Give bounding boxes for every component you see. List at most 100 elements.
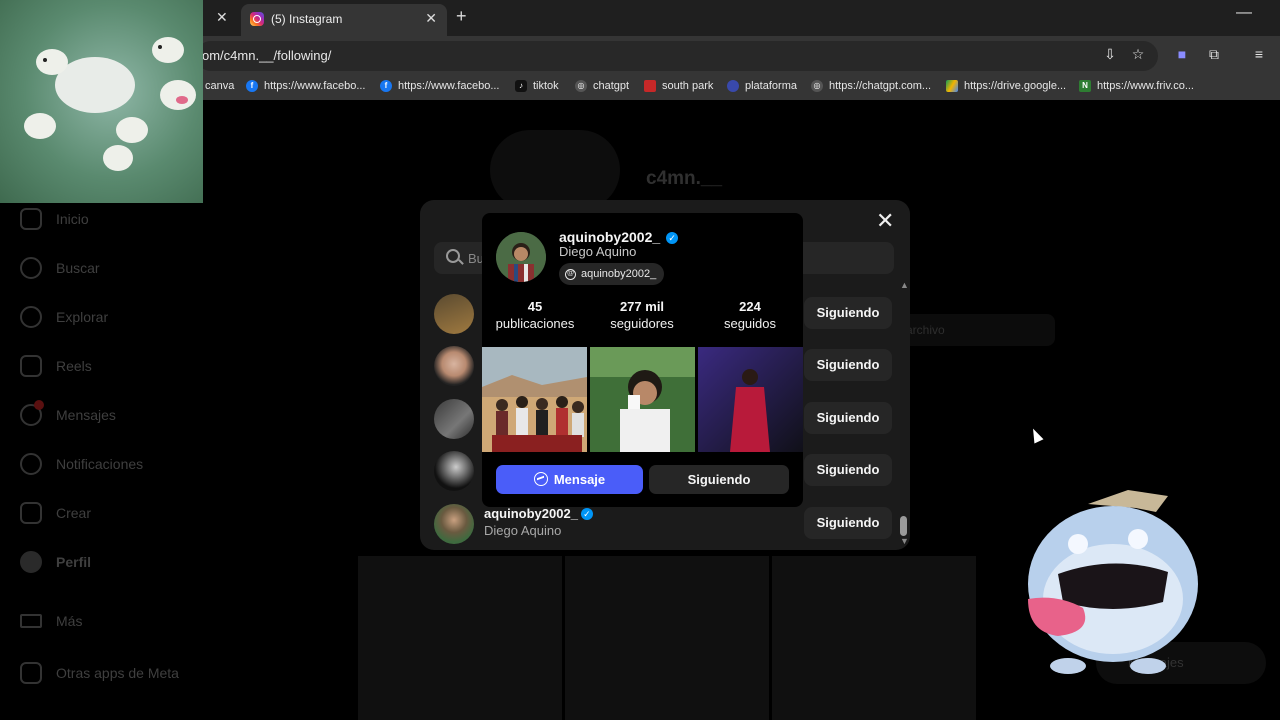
poro-sprite-overlay	[1018, 484, 1208, 684]
puzzle-icon[interactable]: ⧉	[1205, 46, 1223, 63]
hovercard-fullname: Diego Aquino	[559, 244, 637, 259]
sidebar-item-crear[interactable]: Crear	[20, 502, 91, 524]
bookmark-label: https://www.facebo...	[398, 80, 500, 92]
post-thumbnail	[358, 556, 562, 720]
bookmark-canva[interactable]: canva	[205, 80, 234, 92]
following-button[interactable]: Siguiendo	[649, 465, 789, 494]
bookmark-facebook[interactable]: f https://www.facebo...	[246, 80, 366, 92]
bookmark-plataforma[interactable]: plataforma	[727, 80, 797, 92]
sidebar-item-perfil[interactable]: Perfil	[20, 551, 91, 573]
post-thumbnail[interactable]	[698, 347, 803, 452]
avatar[interactable]	[434, 399, 474, 439]
threads-badge[interactable]: @ aquinoby2002_	[559, 263, 665, 285]
home-icon	[20, 208, 42, 230]
tab-instagram[interactable]: (5) Instagram ✕	[241, 4, 447, 36]
poro-scene-image	[24, 37, 196, 171]
threads-icon: @	[565, 268, 576, 280]
stat-label: seguidos	[723, 316, 777, 331]
avatar[interactable]	[434, 451, 474, 491]
profile-username: c4mn.__	[646, 168, 723, 189]
following-button[interactable]: Siguiendo	[804, 349, 892, 381]
row-username[interactable]: aquinoby2002_ ✓	[484, 506, 593, 521]
close-icon[interactable]: ✕	[876, 208, 894, 234]
avatar[interactable]	[434, 294, 474, 334]
archive-label: archivo	[906, 323, 945, 337]
following-button[interactable]: Siguiendo	[804, 402, 892, 434]
hovercard-username[interactable]: aquinoby2002_ ✓	[559, 229, 679, 245]
star-icon[interactable]: ☆	[1129, 46, 1147, 63]
stat-label: seguidores	[610, 316, 674, 331]
extension-icon[interactable]: ■	[1173, 46, 1191, 62]
row-username-text: aquinoby2002_	[484, 506, 578, 521]
sidebar-item-meta-apps[interactable]: Otras apps de Meta	[20, 662, 179, 684]
bookmark-google-drive[interactable]: https://drive.google...	[946, 80, 1066, 92]
sidebar-item-inicio[interactable]: Inicio	[20, 208, 89, 230]
threads-handle: aquinoby2002_	[581, 268, 657, 280]
bookmark-label: tiktok	[533, 80, 559, 92]
bookmark-label: https://chatgpt.com...	[829, 80, 932, 92]
bookmark-facebook[interactable]: f https://www.facebo...	[380, 80, 500, 92]
stat-number: 224	[739, 299, 761, 314]
sidebar-item-notificaciones[interactable]: Notificaciones	[20, 453, 143, 475]
south-park-icon	[644, 80, 656, 92]
reading-list-icon[interactable]: ≡	[1250, 46, 1268, 62]
bookmark-label: canva	[205, 80, 235, 92]
google-drive-icon	[946, 80, 958, 92]
stat-followers[interactable]: 277 mil seguidores	[592, 299, 692, 331]
new-tab-button[interactable]: +	[456, 6, 467, 27]
verified-icon: ✓	[580, 508, 593, 520]
bookmark-label: plataforma	[745, 80, 797, 92]
plataforma-icon	[727, 80, 739, 92]
sidebar-item-buscar[interactable]: Buscar	[20, 257, 100, 279]
facebook-icon: f	[246, 80, 258, 92]
heart-icon	[20, 453, 42, 475]
post-photo	[590, 347, 695, 452]
messenger-icon	[533, 472, 548, 486]
post-thumbnail[interactable]	[482, 347, 587, 452]
avatar[interactable]	[496, 232, 546, 282]
instagram-icon	[250, 12, 264, 26]
chatgpt-icon: ◎	[575, 80, 587, 92]
bookmark-chatgpt[interactable]: ◎ chatgpt	[575, 80, 629, 92]
address-bar[interactable]: om/c4mn.__/following/	[196, 41, 1158, 71]
bookmark-label: south park	[662, 80, 714, 92]
bookmark-tiktok[interactable]: ♪ tiktok	[515, 80, 559, 92]
webcam-overlay	[0, 0, 203, 203]
bookmark-south-park[interactable]: south park	[644, 80, 713, 92]
close-icon[interactable]: ✕	[216, 9, 228, 26]
avatar-icon	[20, 551, 42, 573]
sidebar-item-mensajes[interactable]: Mensajes	[20, 400, 116, 426]
bookmark-chatgpt-com[interactable]: ◎ https://chatgpt.com...	[811, 80, 931, 92]
minimize-icon[interactable]: —	[1236, 4, 1252, 22]
stat-posts: 45 publicaciones	[485, 299, 585, 331]
scroll-up-arrow[interactable]: ▲	[900, 280, 909, 290]
close-icon[interactable]: ✕	[425, 10, 437, 27]
sidebar-item-explorar[interactable]: Explorar	[20, 306, 108, 328]
following-button[interactable]: Siguiendo	[804, 454, 892, 486]
facebook-icon: f	[380, 80, 392, 92]
message-button[interactable]: Mensaje	[496, 465, 643, 494]
install-app-icon[interactable]: ⇩	[1101, 46, 1119, 63]
message-button-label: Mensaje	[553, 472, 606, 487]
bookmark-friv[interactable]: Nhttps://www.friv.co...	[1079, 80, 1194, 92]
sidebar-item-reels[interactable]: Reels	[20, 355, 92, 377]
scrollbar-thumb[interactable]	[900, 516, 907, 536]
sidebar-item-mas[interactable]: Más	[20, 613, 82, 629]
stat-number: 45	[527, 299, 543, 314]
post-thumbnail	[565, 556, 769, 720]
following-button[interactable]: Siguiendo	[804, 297, 892, 329]
scroll-down-arrow[interactable]: ▼	[900, 536, 909, 546]
bookmark-label: https://drive.google...	[964, 80, 1067, 92]
tab-title: (5) Instagram	[271, 12, 343, 26]
bookmark-label: https://www.friv.co...	[1097, 80, 1194, 92]
stat-following[interactable]: 224 seguidos	[700, 299, 800, 331]
profile-avatar	[490, 130, 620, 210]
avatar[interactable]	[434, 346, 474, 386]
menu-icon	[20, 614, 42, 628]
post-thumbnail[interactable]	[590, 347, 695, 452]
bookmark-label: chatgpt	[593, 80, 630, 92]
avatar[interactable]	[434, 504, 474, 544]
compass-icon	[20, 306, 42, 328]
post-photo	[482, 347, 587, 452]
following-button[interactable]: Siguiendo	[804, 507, 892, 539]
